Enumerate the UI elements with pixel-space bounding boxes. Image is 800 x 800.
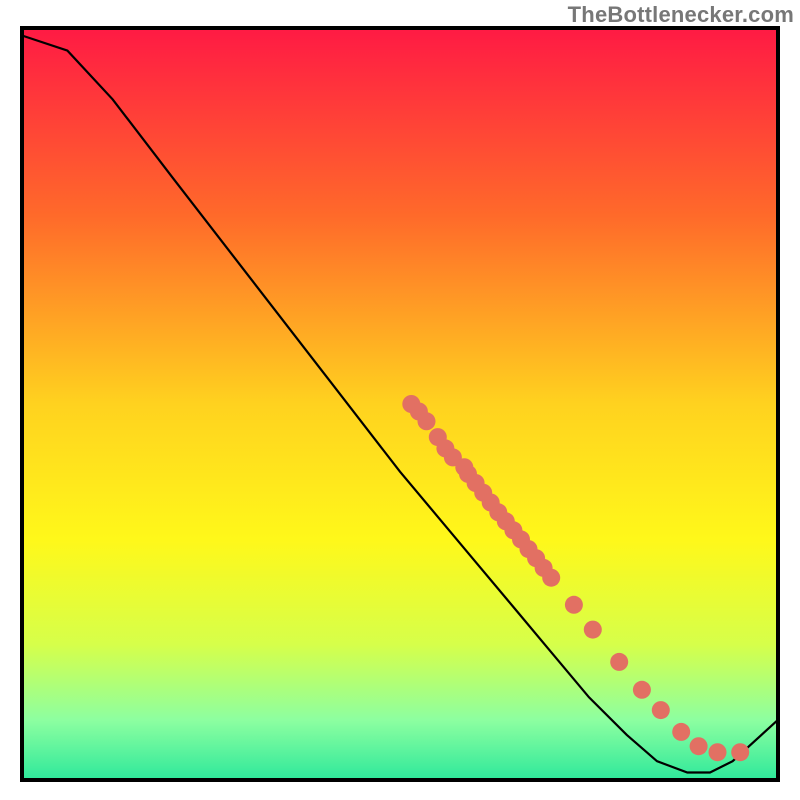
data-marker [418,412,436,430]
data-marker [690,737,708,755]
bottleneck-curve-chart [0,0,800,800]
data-marker [731,743,749,761]
data-marker [633,681,651,699]
data-marker [672,723,690,741]
data-marker [542,569,560,587]
data-marker [652,701,670,719]
chart-frame: TheBottlenecker.com [0,0,800,800]
data-marker [584,621,602,639]
data-marker [565,596,583,614]
watermark-text: TheBottlenecker.com [568,2,794,28]
plot-background [22,28,778,780]
data-marker [610,653,628,671]
data-marker [709,743,727,761]
